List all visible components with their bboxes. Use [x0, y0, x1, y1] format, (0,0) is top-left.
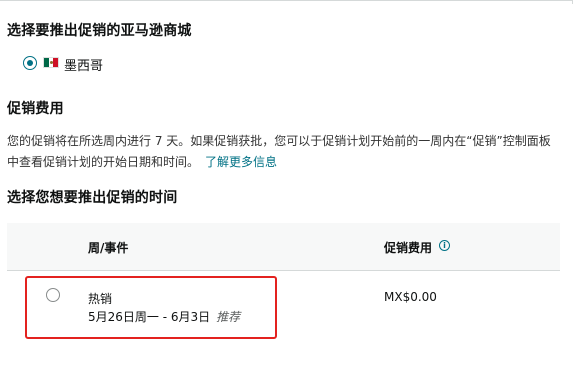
- top-border: [0, 0, 573, 4]
- marketplace-heading: 选择要推出促销的亚马逊商城: [7, 23, 192, 39]
- highlight-annotation-box: [25, 276, 277, 339]
- column-header-promo-fee: 促销费用: [384, 241, 433, 255]
- mexico-radio[interactable]: [23, 56, 37, 70]
- mexico-label[interactable]: 墨西哥: [64, 55, 103, 74]
- fee-description: 您的促销将在所选周内进行 7 天。如果促销获批，您可以于促销计划开始前的一周内在…: [7, 131, 552, 173]
- schedule-heading: 选择您想要推出促销的时间: [7, 190, 178, 206]
- fee-description-text: 您的促销将在所选周内进行 7 天。如果促销获批，您可以于促销计划开始前的一周内在…: [7, 134, 551, 169]
- fee-heading: 促销费用: [7, 101, 64, 117]
- schedule-row-fee: MX$0.00: [384, 290, 437, 304]
- learn-more-link[interactable]: 了解更多信息: [205, 155, 277, 169]
- info-icon[interactable]: i: [439, 240, 450, 251]
- column-header-week-event: 周/事件: [88, 241, 129, 255]
- promotion-page: 选择要推出促销的亚马逊商城 墨西哥 促销费用 您的促销将在所选周内进行 7 天。…: [0, 0, 573, 384]
- mexico-flag-icon: [43, 57, 59, 68]
